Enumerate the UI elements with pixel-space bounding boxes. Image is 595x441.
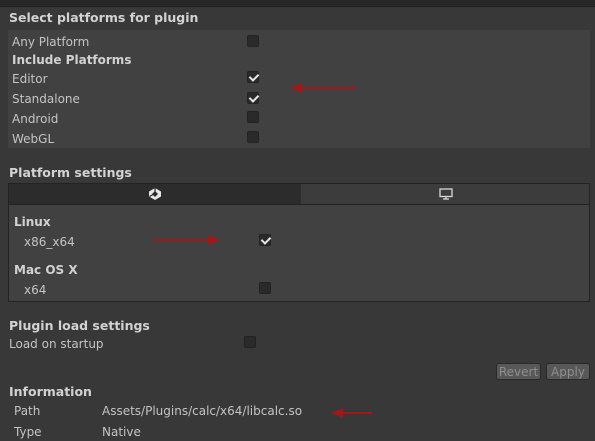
platform-tab-bar — [8, 183, 590, 205]
linux-x86-x64-label: x86_x64 — [24, 235, 75, 249]
platform-editor-label: Editor — [12, 72, 48, 86]
macos-x64-label: x64 — [24, 283, 47, 297]
tab-standalone[interactable] — [301, 184, 589, 204]
annotation-arrow-shaft — [342, 412, 372, 414]
any-platform-checkbox[interactable] — [247, 35, 259, 47]
include-platforms-title: Include Platforms — [12, 53, 132, 67]
platform-webgl-checkbox[interactable] — [247, 131, 259, 143]
annotation-arrow-head — [290, 83, 302, 93]
linux-x86-x64-checkbox[interactable] — [259, 234, 271, 246]
revert-button[interactable]: Revert — [496, 363, 541, 380]
annotation-arrow-shaft — [153, 239, 209, 241]
load-on-startup-label: Load on startup — [9, 337, 104, 351]
monitor-icon — [439, 188, 453, 200]
info-type-key: Type — [14, 425, 42, 439]
select-platforms-title: Select platforms for plugin — [9, 10, 199, 25]
annotation-arrow-head — [208, 235, 220, 245]
macos-x64-checkbox[interactable] — [259, 282, 271, 294]
information-title: Information — [9, 384, 92, 399]
platform-standalone-label: Standalone — [12, 92, 80, 106]
linux-group-title: Linux — [14, 215, 51, 229]
apply-button[interactable]: Apply — [546, 363, 590, 380]
platform-standalone-checkbox[interactable] — [247, 92, 259, 104]
platform-android-label: Android — [12, 112, 59, 126]
load-settings-title: Plugin load settings — [9, 318, 150, 333]
info-path-key: Path — [14, 404, 41, 418]
platform-settings-panel — [8, 205, 590, 302]
any-platform-label: Any Platform — [12, 35, 90, 49]
annotation-arrow-shaft — [300, 87, 356, 89]
info-path-value: Assets/Plugins/calc/x64/libcalc.so — [102, 404, 303, 418]
annotation-arrow-head — [331, 408, 343, 418]
platform-webgl-label: WebGL — [12, 132, 55, 146]
unity-icon — [149, 188, 161, 200]
platform-editor-checkbox[interactable] — [247, 71, 259, 83]
platform-settings-title: Platform settings — [9, 165, 132, 180]
macos-group-title: Mac OS X — [14, 263, 78, 277]
top-divider — [0, 0, 595, 7]
tab-unity[interactable] — [9, 184, 302, 204]
platform-android-checkbox[interactable] — [247, 111, 259, 123]
load-on-startup-checkbox[interactable] — [244, 336, 256, 348]
info-type-value: Native — [102, 425, 141, 439]
